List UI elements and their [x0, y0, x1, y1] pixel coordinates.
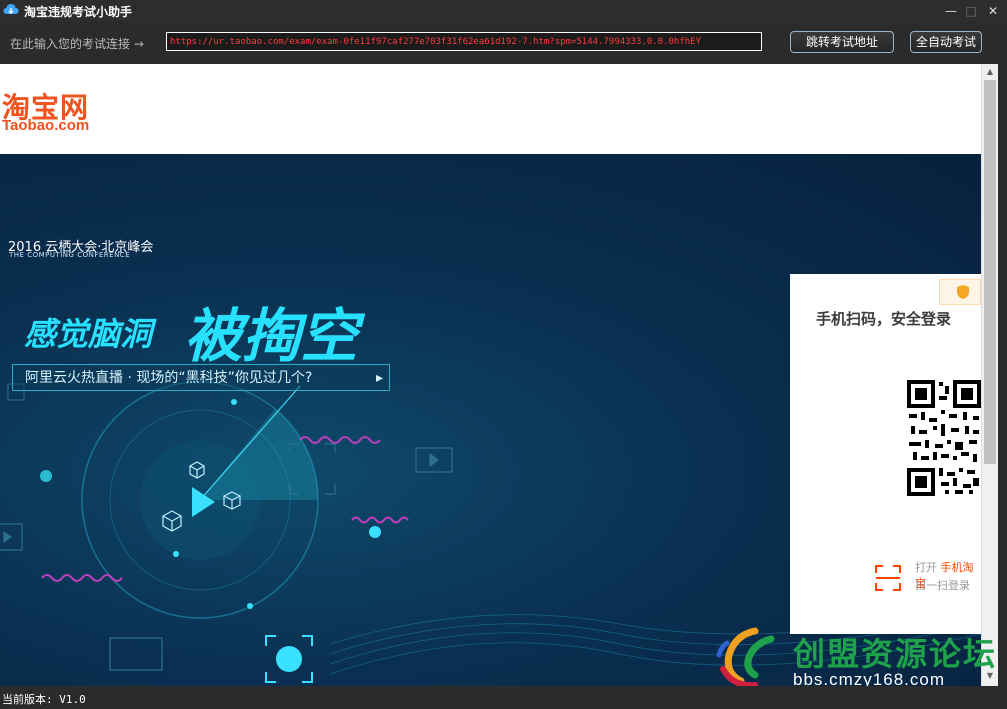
url-label: 在此输入您的考试连接 →	[10, 37, 144, 51]
exam-url-input[interactable]: https://ur.taobao.com/exam/exam-0fe11f97…	[166, 32, 762, 51]
banner-subline[interactable]: 阿里云火热直播 · 现场的“黑科技”你见过几个? ▸	[12, 364, 390, 391]
conference-subtitle: THE COMPUTING CONFERENCE	[9, 251, 131, 259]
open-prefix: 打开	[915, 561, 937, 574]
version-label: 当前版本: V1.0	[2, 693, 86, 706]
scroll-up-arrow-icon[interactable]: ▲	[982, 64, 998, 80]
jump-to-exam-button[interactable]: 跳转考试地址	[790, 31, 894, 53]
maximize-button[interactable]: □	[962, 2, 980, 20]
login-title: 手机扫码，安全登录	[816, 310, 952, 328]
status-bar: 当前版本: V1.0	[0, 686, 1007, 709]
scrollbar-thumb[interactable]	[984, 80, 996, 464]
banner-subline-text: 阿里云火热直播 · 现场的“黑科技”你见过几个?	[25, 370, 313, 386]
browser-scrollbar[interactable]: ▲ ▼	[981, 64, 998, 686]
forum-watermark: 创盟资源论坛 bbs.cmzy168.com	[715, 625, 1000, 695]
qr-code[interactable]	[907, 380, 981, 496]
auto-exam-button[interactable]: 全自动考试	[910, 31, 982, 53]
minimize-button[interactable]: —	[942, 2, 960, 20]
scan-icon	[875, 565, 901, 591]
banner-slogan-small: 感觉脑洞	[24, 315, 153, 353]
play-arrow-icon: ▸	[375, 370, 383, 386]
close-button[interactable]: ✕	[984, 2, 1002, 20]
scan-hint: 扫一扫登录	[915, 579, 970, 592]
toolbar: 在此输入您的考试连接 → https://ur.taobao.com/exam/…	[0, 22, 1007, 64]
banner-slogan-big: 被掏空	[184, 302, 359, 370]
watermark-logo-icon	[716, 627, 775, 689]
cloud-download-icon	[3, 4, 19, 14]
watermark-text: 创盟资源论坛	[793, 635, 998, 673]
security-tag[interactable]	[939, 279, 981, 305]
title-bar: 淘宝违规考试小助手 — □ ✕	[0, 0, 1007, 22]
shield-icon	[957, 285, 969, 299]
taobao-logo-en[interactable]: Taobao.com	[2, 117, 89, 134]
taobao-header: 淘宝网 Taobao.com	[0, 64, 981, 154]
login-panel: 手机扫码，安全登录 打开 手机淘宝 扫一扫登录	[790, 274, 981, 634]
window-title: 淘宝违规考试小助手	[24, 5, 133, 19]
